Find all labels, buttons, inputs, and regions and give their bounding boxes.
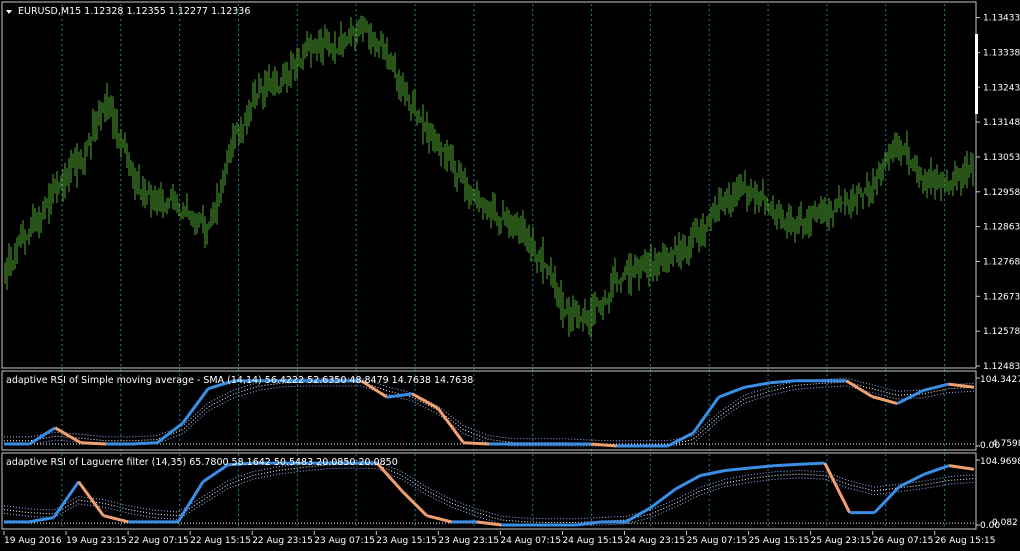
symbol-header-text: EURUSD,M15 1.12328 1.12355 1.12277 1.123… [18,6,250,17]
time-tick-label: 19 Aug 2016 [4,536,62,546]
rsi-segment [774,462,800,468]
rsi-segment [131,441,158,446]
time-tick-label: 19 Aug 23:15 [66,536,127,546]
price-tick-label: 1.13148 [983,118,1020,128]
time-tick-label: 25 Aug 07:15 [687,536,748,546]
rsi-segment [769,379,796,385]
chart-root: 1.13433 1.13338 1.13243 1.13148 1.13053 1.129… [0,0,1020,551]
price-marker-bar [975,34,978,114]
time-tick-label: 22 Aug 07:15 [128,536,189,546]
symbol-header[interactable]: EURUSD,M15 1.12328 1.12355 1.12277 1.123… [6,6,250,17]
time-tick-label: 25 Aug 23:15 [811,536,872,546]
indicator2-level-label: 0.082 [992,518,1018,528]
time-tick-label: 23 Aug 07:15 [314,536,375,546]
time-tick-label: 22 Aug 15:15 [190,536,251,546]
rsi-segment [463,441,490,446]
price-tick-label: 1.12768 [983,257,1020,267]
rsi-segment [590,442,617,448]
indicator2-max-label: 104.9698 [980,457,1020,467]
time-tick-label: 26 Aug 15:15 [935,536,996,546]
price-tick-label: 1.13243 [983,83,1020,93]
price-tick-label: 1.13338 [983,48,1020,58]
time-tick-label: 23 Aug 23:15 [438,536,499,546]
time-tick-label: 24 Aug 07:15 [500,536,561,546]
price-tick-label: 1.12578 [983,327,1020,337]
indicator1-level-label: 4.7598 [992,439,1020,449]
indicator1-max-label: 104.3427 [980,375,1020,385]
price-tick-label: 1.13433 [983,14,1020,24]
rsi-segment [799,461,825,466]
time-tick-label: 24 Aug 15:15 [562,536,623,546]
indicator1-header: adaptive RSI of Simple moving average - … [6,375,473,386]
time-tick-label: 26 Aug 07:15 [873,536,934,546]
price-tick-label: 1.12483 [983,362,1020,372]
rsi-segment [80,441,107,446]
price-tick-label: 1.13053 [983,153,1020,163]
time-tick-label: 22 Aug 23:15 [252,536,313,546]
price-tick-label: 1.12673 [983,292,1020,302]
time-tick-label: 23 Aug 15:15 [376,536,437,546]
background [0,0,1020,551]
time-tick-label: 25 Aug 15:15 [749,536,810,546]
time-tick-label: 24 Aug 23:15 [625,536,686,546]
price-tick-label: 1.12958 [983,188,1020,198]
price-tick-label: 1.12863 [983,223,1020,233]
price-marker [975,34,978,114]
indicator2-header: adaptive RSI of Laguerre filter (14,35) … [6,457,398,468]
